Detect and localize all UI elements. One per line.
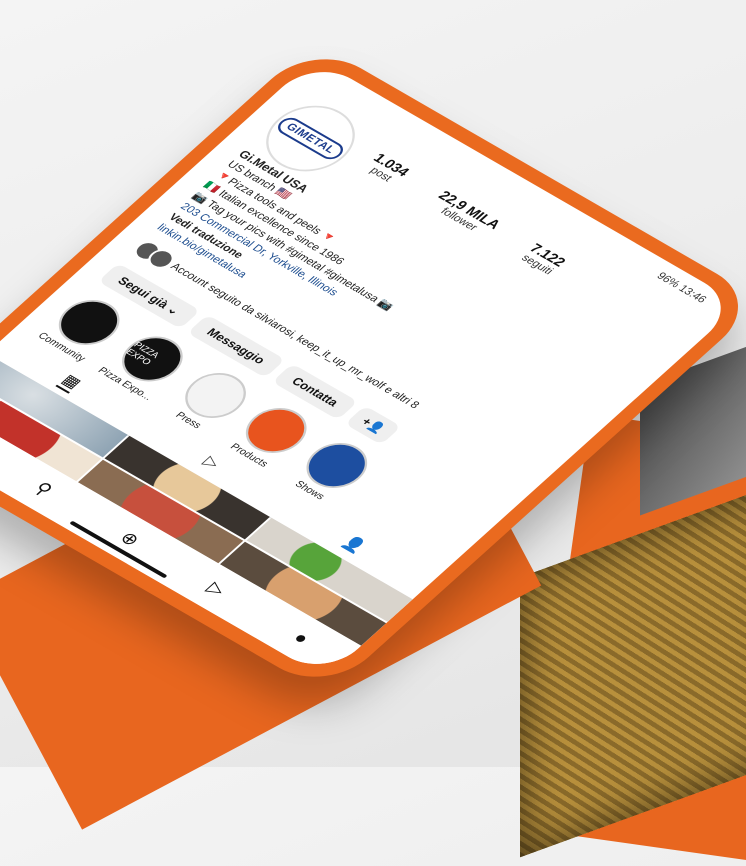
reels-tab-icon[interactable]: ▷ <box>197 452 225 474</box>
stat-followers[interactable]: 22,9 MILA follower <box>426 188 504 240</box>
mutual-avatars <box>129 237 180 273</box>
reels-icon[interactable]: ▷ <box>202 578 231 600</box>
grid-tab-icon[interactable]: ▦ <box>55 370 86 394</box>
stat-following[interactable]: 7.122 seguiti <box>517 240 570 277</box>
stat-posts[interactable]: 1.034 post <box>361 150 413 187</box>
profile-icon[interactable]: ● <box>288 628 314 648</box>
brand-logo: GIMETAL <box>273 114 348 163</box>
create-icon[interactable]: ⊕ <box>115 528 145 550</box>
suggest-user-button[interactable]: +👤 <box>345 405 402 446</box>
tagged-tab-icon[interactable]: 👤 <box>336 533 370 558</box>
highlight-shows[interactable]: Shows <box>283 434 380 507</box>
status-bar: 96% 13:46 <box>653 270 709 306</box>
search-icon[interactable]: ⚲ <box>30 478 57 499</box>
